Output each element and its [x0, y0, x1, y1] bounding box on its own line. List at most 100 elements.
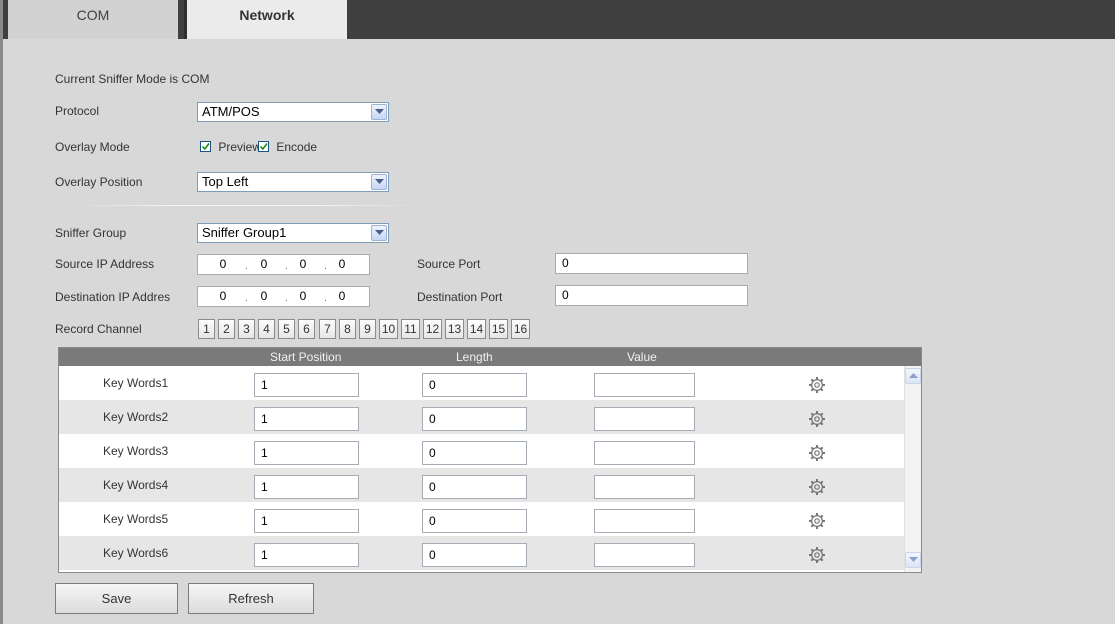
dest-port-label: Destination Port	[417, 290, 503, 304]
preview-checkbox[interactable]	[200, 141, 211, 152]
length-input[interactable]: 0	[422, 543, 527, 567]
channel-button-14[interactable]: 14	[467, 319, 486, 339]
start-position-input[interactable]: 1	[254, 441, 359, 465]
protocol-value: ATM/POS	[202, 104, 260, 119]
channel-button-4[interactable]: 4	[258, 319, 275, 339]
value-input[interactable]	[594, 441, 695, 465]
tab-bar: COM Network	[3, 0, 1115, 39]
source-ip-octet-1[interactable]: 0	[214, 255, 232, 274]
overlay-position-select[interactable]: Top Left	[197, 172, 389, 192]
table-row: Key Words4 1 0	[59, 468, 904, 502]
encode-label: Encode	[276, 140, 318, 154]
channel-button-1[interactable]: 1	[198, 319, 215, 339]
sniffer-group-value: Sniffer Group1	[202, 225, 287, 240]
overlay-position-value: Top Left	[202, 174, 249, 189]
tab-com[interactable]: COM	[8, 0, 178, 39]
tab-network[interactable]: Network	[184, 0, 347, 39]
chevron-down-icon[interactable]	[371, 174, 387, 190]
refresh-button[interactable]: Refresh	[188, 583, 314, 614]
gear-icon[interactable]	[808, 444, 826, 462]
dest-ip-octet-2[interactable]: 0	[255, 287, 273, 306]
start-position-input[interactable]: 1	[254, 543, 359, 567]
dest-ip-label: Destination IP Addres	[55, 290, 171, 304]
length-input[interactable]: 0	[422, 441, 527, 465]
value-input[interactable]	[594, 543, 695, 567]
value-input[interactable]	[594, 373, 695, 397]
value-input[interactable]	[594, 407, 695, 431]
dest-ip-octet-3[interactable]: 0	[294, 287, 312, 306]
gear-icon[interactable]	[808, 512, 826, 530]
channel-button-2[interactable]: 2	[218, 319, 235, 339]
overlay-preview-option: Preview	[200, 140, 261, 154]
section-divider	[73, 205, 418, 206]
channel-button-8[interactable]: 8	[339, 319, 356, 339]
header-value: Value	[627, 350, 657, 364]
protocol-select[interactable]: ATM/POS	[197, 102, 389, 122]
source-ip-octet-4[interactable]: 0	[333, 255, 351, 274]
gear-icon[interactable]	[808, 410, 826, 428]
length-input[interactable]: 0	[422, 509, 527, 533]
table-row: Key Words1 1 0	[59, 366, 904, 400]
protocol-label: Protocol	[55, 104, 100, 118]
header-start-position: Start Position	[270, 350, 342, 364]
scroll-down-button[interactable]	[905, 552, 921, 568]
channel-button-11[interactable]: 11	[401, 319, 420, 339]
length-input[interactable]: 0	[422, 407, 527, 431]
start-position-input[interactable]: 1	[254, 407, 359, 431]
source-ip-label: Source IP Address	[55, 257, 155, 271]
channel-button-6[interactable]: 6	[298, 319, 315, 339]
gear-icon[interactable]	[808, 478, 826, 496]
start-position-input[interactable]: 1	[254, 373, 359, 397]
source-ip-input[interactable]: 0 . 0 . 0 . 0	[197, 254, 370, 275]
table-row: Key Words3 1 0	[59, 434, 904, 468]
table-scrollbar[interactable]	[904, 366, 921, 572]
chevron-down-icon[interactable]	[371, 225, 387, 241]
gear-icon[interactable]	[808, 546, 826, 564]
sniffer-group-label: Sniffer Group	[55, 226, 127, 240]
preview-label: Preview	[218, 140, 262, 154]
channel-button-3[interactable]: 3	[238, 319, 255, 339]
table-row: Key Words5 1 0	[59, 502, 904, 536]
channel-button-12[interactable]: 12	[423, 319, 442, 339]
dest-ip-input[interactable]: 0 . 0 . 0 . 0	[197, 286, 370, 307]
source-port-label: Source Port	[417, 257, 481, 271]
channel-button-7[interactable]: 7	[319, 319, 336, 339]
length-input[interactable]: 0	[422, 475, 527, 499]
overlay-position-label: Overlay Position	[55, 175, 143, 189]
keyword-name: Key Words1	[103, 376, 169, 390]
keyword-name: Key Words6	[103, 546, 169, 560]
scroll-up-button[interactable]	[905, 368, 921, 384]
table-row: Key Words2 1 0	[59, 400, 904, 434]
table-header: Start Position Length Value	[59, 348, 921, 366]
header-length: Length	[456, 350, 493, 364]
sniffer-group-select[interactable]: Sniffer Group1	[197, 223, 389, 243]
sniffer-panel: COM Network Current Sniffer Mode is COM …	[0, 0, 1115, 624]
channel-button-5[interactable]: 5	[278, 319, 295, 339]
keyword-name: Key Words5	[103, 512, 169, 526]
record-channel-label: Record Channel	[55, 322, 142, 336]
encode-checkbox[interactable]	[258, 141, 269, 152]
value-input[interactable]	[594, 509, 695, 533]
dest-ip-octet-1[interactable]: 0	[214, 287, 232, 306]
dest-ip-octet-4[interactable]: 0	[333, 287, 351, 306]
sniffer-mode-status: Current Sniffer Mode is COM	[55, 72, 210, 86]
chevron-down-icon[interactable]	[371, 104, 387, 120]
table-row: Key Words6 1 0	[59, 536, 904, 570]
gear-icon[interactable]	[808, 376, 826, 394]
source-ip-octet-3[interactable]: 0	[294, 255, 312, 274]
channel-button-9[interactable]: 9	[359, 319, 376, 339]
channel-button-10[interactable]: 10	[379, 319, 398, 339]
source-port-input[interactable]: 0	[555, 253, 748, 274]
start-position-input[interactable]: 1	[254, 475, 359, 499]
save-button[interactable]: Save	[55, 583, 178, 614]
start-position-input[interactable]: 1	[254, 509, 359, 533]
value-input[interactable]	[594, 475, 695, 499]
keyword-name: Key Words2	[103, 410, 169, 424]
channel-button-16[interactable]: 16	[511, 319, 530, 339]
keywords-table: Start Position Length Value Key Words1 1 0…	[58, 347, 922, 573]
channel-button-15[interactable]: 15	[489, 319, 508, 339]
length-input[interactable]: 0	[422, 373, 527, 397]
source-ip-octet-2[interactable]: 0	[255, 255, 273, 274]
channel-button-13[interactable]: 13	[445, 319, 464, 339]
dest-port-input[interactable]: 0	[555, 285, 748, 306]
